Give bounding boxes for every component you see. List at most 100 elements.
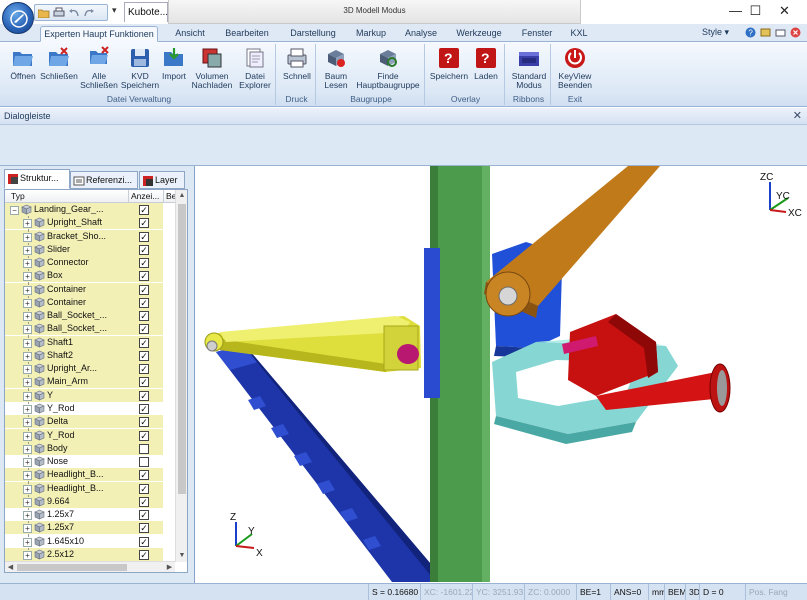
tree-row[interactable]: + Y_Rod ✓ — [5, 401, 175, 416]
tree-row[interactable]: + Delta ✓ — [5, 415, 175, 430]
scroll-right-arrow-icon[interactable]: ▶ — [164, 562, 175, 572]
expand-toggle-icon[interactable]: + — [23, 312, 32, 322]
expand-toggle-icon[interactable]: + — [23, 537, 32, 547]
tree-row[interactable]: + Ball_Socket_... ✓ — [5, 322, 175, 337]
tab-bearbeiten[interactable]: Bearbeiten — [222, 26, 272, 42]
expand-toggle-icon[interactable]: + — [23, 219, 32, 229]
expand-toggle-icon[interactable]: + — [23, 550, 32, 560]
visibility-checkbox[interactable]: ✓ — [139, 258, 149, 269]
brown-arm-part[interactable] — [484, 166, 660, 318]
column-typ[interactable]: Typ — [11, 191, 25, 201]
import-button[interactable]: Import — [158, 46, 190, 81]
expand-toggle-icon[interactable]: + — [23, 418, 32, 428]
expand-toggle-icon[interactable]: + — [23, 298, 32, 308]
status-3d[interactable]: 3D — [685, 584, 699, 600]
expand-toggle-icon[interactable]: + — [23, 259, 32, 269]
visibility-checkbox[interactable]: ✓ — [139, 523, 149, 534]
visibility-checkbox[interactable]: ✓ — [139, 536, 149, 547]
expand-toggle-icon[interactable]: + — [23, 524, 32, 534]
visibility-checkbox[interactable]: ✓ — [139, 417, 149, 428]
blue-rail-part[interactable] — [216, 344, 436, 582]
visibility-checkbox[interactable]: ✓ — [139, 244, 149, 255]
schnell-druck-button[interactable]: Schnell — [280, 46, 314, 81]
visibility-checkbox[interactable]: ✓ — [139, 271, 149, 282]
overlay-speichern-button[interactable]: ? Speichern — [429, 46, 469, 81]
visibility-checkbox[interactable] — [139, 457, 149, 468]
tree-row[interactable]: + Upright_Ar... ✓ — [5, 362, 175, 377]
expand-toggle-icon[interactable]: + — [23, 245, 32, 255]
alle-schliessen-button[interactable]: Alle Schließen — [78, 46, 120, 90]
collapse-toggle-icon[interactable]: − — [10, 206, 19, 215]
tree-horizontal-scrollbar[interactable]: ◀ ▶ — [5, 561, 175, 572]
tab-struktur[interactable]: Struktur... — [4, 169, 70, 189]
datei-explorer-button[interactable]: Datei Explorer — [237, 46, 273, 90]
visibility-checkbox[interactable]: ✓ — [139, 496, 149, 507]
scroll-thumb[interactable] — [178, 204, 186, 494]
redo-icon[interactable] — [82, 7, 95, 19]
expand-toggle-icon[interactable]: + — [23, 511, 32, 521]
expand-toggle-icon[interactable]: + — [23, 458, 32, 468]
blue-box-part[interactable] — [424, 248, 440, 398]
expand-toggle-icon[interactable]: + — [23, 232, 32, 242]
tree-row[interactable]: +1.25x7 ✓ — [5, 521, 175, 536]
customize-toolbar-dropdown[interactable]: ▾ — [112, 5, 117, 16]
status-pos-fang[interactable]: Pos. Fang — [745, 584, 807, 600]
visibility-checkbox[interactable]: ✓ — [139, 430, 149, 441]
application-menu-button[interactable] — [2, 2, 34, 34]
visibility-checkbox[interactable]: ✓ — [139, 390, 149, 401]
3d-viewport[interactable]: ZC YC XC Z Y X — [196, 166, 807, 582]
status-bem[interactable]: BEM — [664, 584, 685, 600]
magenta-knob-part[interactable] — [397, 344, 419, 364]
visibility-checkbox[interactable]: ✓ — [139, 284, 149, 295]
close-doc-icon[interactable] — [790, 27, 801, 38]
tree-row[interactable]: +9.664 ✓ — [5, 494, 175, 509]
tree-row[interactable]: + Y ✓ — [5, 388, 175, 403]
tree-row[interactable]: + Slider ✓ — [5, 242, 175, 257]
3d-model-render[interactable]: ZC YC XC Z Y X — [196, 166, 807, 582]
tree-row[interactable]: + Ball_Socket_... ✓ — [5, 309, 175, 324]
tree-row[interactable]: + Headlight_B... ✓ — [5, 481, 175, 496]
oeffnen-button[interactable]: Öffnen — [6, 46, 40, 81]
expand-toggle-icon[interactable]: + — [23, 404, 32, 414]
tree-row[interactable]: + Y_Rod ✓ — [5, 428, 175, 443]
print-icon[interactable] — [52, 7, 65, 19]
tree-row[interactable]: +2.5x12 ✓ — [5, 547, 175, 562]
visibility-checkbox[interactable]: ✓ — [139, 510, 149, 521]
tree-row[interactable]: + Box ✓ — [5, 269, 175, 284]
tab-kxl[interactable]: KXL — [568, 26, 590, 42]
expand-toggle-icon[interactable]: + — [23, 444, 32, 454]
minimize-ribbon-icon[interactable] — [775, 27, 786, 38]
tab-markup[interactable]: Markup — [352, 26, 390, 42]
open-folder-icon[interactable] — [37, 7, 50, 19]
column-anzeige[interactable]: Anzei... — [131, 191, 159, 201]
visibility-checkbox[interactable]: ✓ — [139, 205, 149, 215]
tree-row[interactable]: + Bracket_Sho... ✓ — [5, 229, 175, 244]
tab-werkzeuge[interactable]: Werkzeuge — [453, 26, 505, 42]
expand-toggle-icon[interactable]: + — [23, 484, 32, 494]
undo-icon[interactable] — [67, 7, 80, 19]
tab-layer[interactable]: Layer — [139, 171, 185, 189]
tree-row[interactable]: +1.25x7 ✓ — [5, 508, 175, 523]
visibility-checkbox[interactable]: ✓ — [139, 337, 149, 348]
schliessen-button[interactable]: Schließen — [40, 46, 78, 81]
baum-lesen-button[interactable]: Baum Lesen — [320, 46, 352, 90]
keyview-beenden-button[interactable]: KeyView Beenden — [555, 46, 595, 90]
visibility-checkbox[interactable]: ✓ — [139, 549, 149, 560]
tab-ansicht[interactable]: Ansicht — [170, 26, 210, 42]
tree-row[interactable]: − Landing_Gear_... ✓ — [5, 203, 175, 216]
visibility-checkbox[interactable]: ✓ — [139, 297, 149, 308]
tab-referenzen[interactable]: Referenzi... — [70, 171, 138, 189]
visibility-checkbox[interactable]: ✓ — [139, 324, 149, 335]
tab-experten-haupt-funktionen[interactable]: Experten Haupt Funktionen — [40, 26, 158, 42]
tree-row[interactable]: + Connector ✓ — [5, 256, 175, 271]
visibility-checkbox[interactable]: ✓ — [139, 218, 149, 229]
expand-toggle-icon[interactable]: + — [23, 471, 32, 481]
expand-toggle-icon[interactable]: + — [23, 391, 32, 401]
expand-toggle-icon[interactable]: + — [23, 365, 32, 375]
visibility-checkbox[interactable]: ✓ — [139, 403, 149, 414]
tree-row[interactable]: + Main_Arm ✓ — [5, 375, 175, 390]
finde-hauptbaugruppe-button[interactable]: Finde Hauptbaugruppe — [352, 46, 424, 90]
tree-row[interactable]: + Shaft1 ✓ — [5, 335, 175, 350]
tree-row[interactable]: + Container ✓ — [5, 282, 175, 297]
tree-row[interactable]: + Shaft2 ✓ — [5, 348, 175, 363]
